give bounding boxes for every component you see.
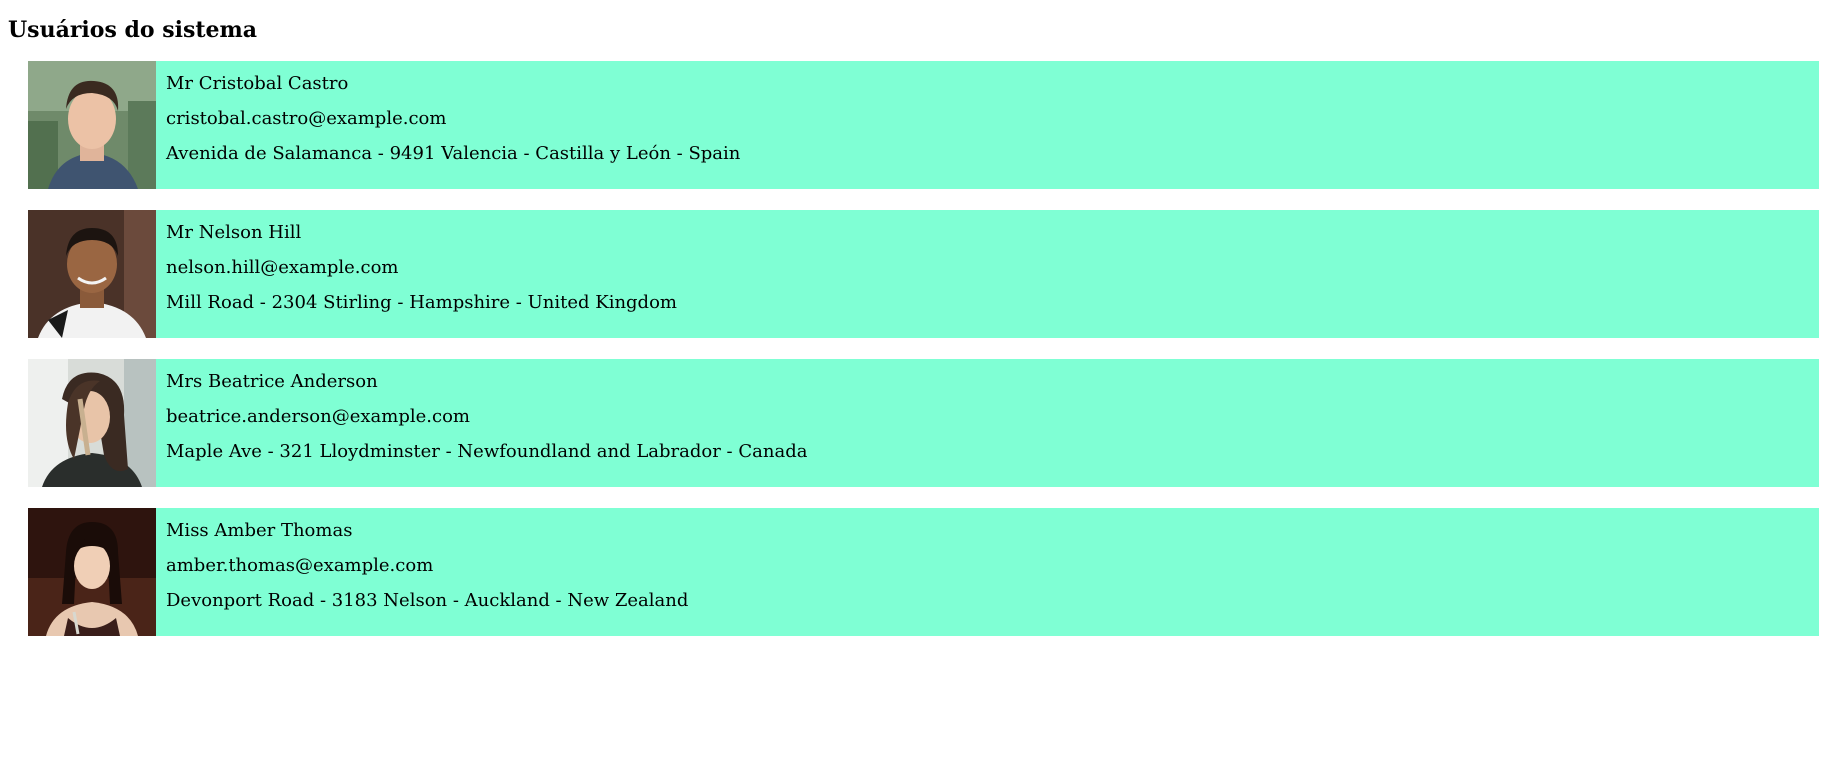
user-email: amber.thomas@example.com (166, 555, 434, 576)
user-card: Mrs Beatrice Anderson beatrice.anderson@… (28, 359, 1819, 487)
user-address: Maple Ave - 321 Lloydminster - Newfoundl… (166, 441, 808, 462)
user-list: Mr Cristobal Castro cristobal.castro@exa… (8, 61, 1819, 636)
user-name: Mrs Beatrice Anderson (166, 371, 378, 392)
user-info: Miss Amber Thomas amber.thomas@example.c… (156, 508, 1819, 636)
user-avatar (28, 61, 156, 189)
user-avatar (28, 210, 156, 338)
user-email: cristobal.castro@example.com (166, 108, 447, 129)
user-info: Mrs Beatrice Anderson beatrice.anderson@… (156, 359, 1819, 487)
user-email: beatrice.anderson@example.com (166, 406, 470, 427)
user-name: Miss Amber Thomas (166, 520, 353, 541)
user-name: Mr Nelson Hill (166, 222, 302, 243)
page: Usuários do sistema Mr Cristobal Castro … (0, 0, 1841, 764)
user-photo-icon (28, 359, 156, 487)
user-photo-icon (28, 210, 156, 338)
user-address: Devonport Road - 3183 Nelson - Auckland … (166, 590, 689, 611)
user-info: Mr Nelson Hill nelson.hill@example.com M… (156, 210, 1819, 338)
user-avatar (28, 359, 156, 487)
user-email: nelson.hill@example.com (166, 257, 399, 278)
page-title: Usuários do sistema (8, 17, 258, 43)
user-avatar (28, 508, 156, 636)
user-card: Miss Amber Thomas amber.thomas@example.c… (28, 508, 1819, 636)
user-card: Mr Nelson Hill nelson.hill@example.com M… (28, 210, 1819, 338)
user-address: Mill Road - 2304 Stirling - Hampshire - … (166, 292, 677, 313)
user-photo-icon (28, 61, 156, 189)
user-info: Mr Cristobal Castro cristobal.castro@exa… (156, 61, 1819, 189)
user-photo-icon (28, 508, 156, 636)
user-card: Mr Cristobal Castro cristobal.castro@exa… (28, 61, 1819, 189)
user-address: Avenida de Salamanca - 9491 Valencia - C… (166, 143, 741, 164)
user-name: Mr Cristobal Castro (166, 73, 349, 94)
